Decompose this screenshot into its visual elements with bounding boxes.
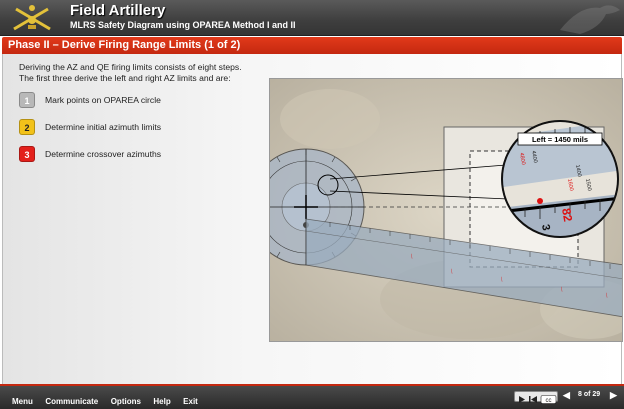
step-2[interactable]: 2 Determine initial azimuth limits: [19, 119, 259, 135]
previous-page-icon[interactable]: ◀: [563, 390, 570, 401]
content-panel: Deriving the AZ and QE firing limits con…: [2, 54, 623, 384]
exit-link[interactable]: Exit: [183, 397, 198, 406]
app-header: Field Artillery MLRS Safety Diagram usin…: [0, 0, 624, 36]
intro-text: Deriving the AZ and QE firing limits con…: [19, 62, 269, 84]
footer-menu: Menu Communicate Options Help Exit: [12, 391, 206, 409]
crossed-cannons-logo-icon: [13, 5, 51, 31]
eagle-watermark-icon: [560, 5, 620, 34]
intro-line-2: The first three derive the left and righ…: [19, 73, 231, 83]
step-3-number[interactable]: 3: [19, 146, 35, 162]
step-1-label: Mark points on OPAREA circle: [45, 95, 161, 105]
svg-text:—: —: [408, 253, 415, 259]
phase-title: Phase II – Derive Firing Range Limits (1…: [8, 39, 241, 51]
svg-text:—: —: [448, 268, 455, 274]
step-2-label: Determine initial azimuth limits: [45, 122, 162, 132]
page-counter: 8 of 29: [578, 391, 601, 398]
step-1-number[interactable]: 1: [19, 92, 35, 108]
communicate-link[interactable]: Communicate: [45, 397, 98, 406]
svg-text:—: —: [558, 286, 565, 292]
cc-label: cc: [546, 398, 552, 404]
mag-number-82: 82: [559, 207, 575, 223]
opparea-diagram: — — — — — Left = 1450 mils 1400 1500 160…: [269, 78, 623, 342]
diagram-canvas: — — — — — Left = 1450 mils 1400 1500 160…: [270, 79, 622, 341]
play-icon[interactable]: [519, 396, 525, 403]
media-controls: cc: [514, 391, 558, 404]
intro-line-1: Deriving the AZ and QE firing limits con…: [19, 62, 242, 72]
app-subtitle: MLRS Safety Diagram using OPAREA Method …: [70, 20, 296, 30]
next-page-icon[interactable]: ▶: [610, 390, 617, 401]
help-link[interactable]: Help: [153, 397, 170, 406]
rewind-icon[interactable]: [529, 396, 537, 403]
phase-bar: Phase II – Derive Firing Range Limits (1…: [2, 37, 622, 54]
menu-link[interactable]: Menu: [12, 397, 33, 406]
footer-bar: Menu Communicate Options Help Exit cc ◀ …: [0, 384, 624, 409]
svg-text:—: —: [498, 276, 505, 282]
step-2-number[interactable]: 2: [19, 119, 35, 135]
options-link[interactable]: Options: [111, 397, 141, 406]
step-3-label: Determine crossover azimuths: [45, 149, 162, 159]
app-title: Field Artillery: [70, 2, 166, 19]
step-3[interactable]: 3 Determine crossover azimuths: [19, 146, 259, 162]
svg-text:—: —: [603, 292, 610, 298]
step-1[interactable]: 1 Mark points on OPAREA circle: [19, 92, 259, 108]
callout-label: Left = 1450 mils: [532, 135, 588, 144]
